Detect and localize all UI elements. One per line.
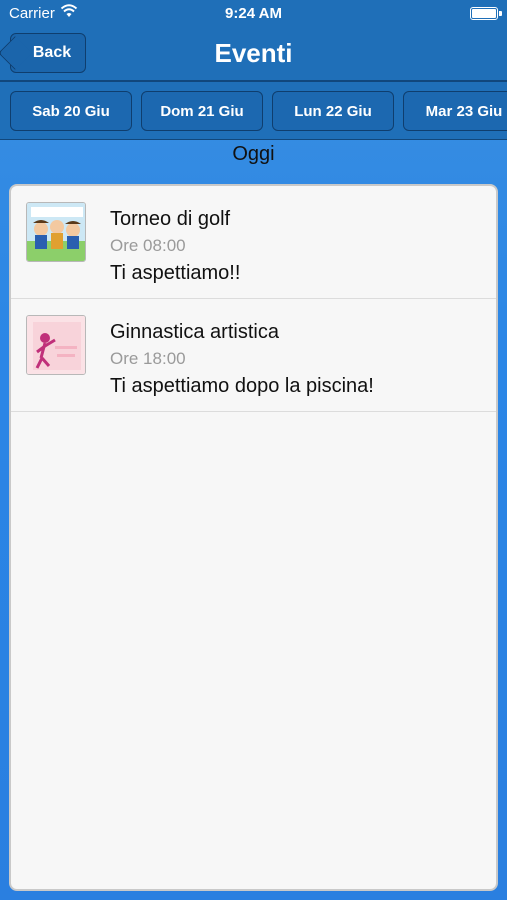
event-description: Ti aspettiamo dopo la piscina! (110, 375, 374, 397)
section-title: Oggi (232, 143, 275, 165)
day-button[interactable]: Dom 21 Giu (141, 91, 263, 131)
divider (0, 139, 507, 140)
event-row[interactable]: Torneo di golf Ore 08:00 Ti aspettiamo!! (11, 186, 496, 299)
event-title: Torneo di golf (110, 208, 231, 230)
event-time: Ore 08:00 (110, 236, 186, 255)
status-time: 9:24 AM (225, 5, 282, 22)
event-thumbnail (26, 202, 86, 262)
event-time: Ore 18:00 (110, 349, 186, 368)
status-bar: Carrier 9:24 AM (0, 0, 507, 28)
event-row[interactable]: Ginnastica artistica Ore 18:00 Ti aspett… (11, 299, 496, 412)
event-description: Ti aspettiamo!! (110, 262, 241, 284)
day-selector[interactable]: Sab 20 Giu Dom 21 Giu Lun 22 Giu Mar 23 … (0, 82, 507, 140)
page-title: Eventi (214, 38, 293, 68)
navigation-bar: Back Eventi (0, 28, 507, 80)
event-thumbnail (26, 315, 86, 375)
back-button-label: Back (32, 44, 72, 61)
event-list: Torneo di golf Ore 08:00 Ti aspettiamo!!… (9, 184, 498, 891)
day-button[interactable]: Lun 22 Giu (272, 91, 394, 131)
event-title: Ginnastica artistica (110, 321, 279, 343)
day-button[interactable]: Mar 23 Giu (403, 91, 507, 131)
battery-icon (470, 7, 502, 20)
kids-golf-image (27, 203, 85, 261)
day-button[interactable]: Sab 20 Giu (10, 91, 132, 131)
gymnast-image (27, 316, 85, 374)
